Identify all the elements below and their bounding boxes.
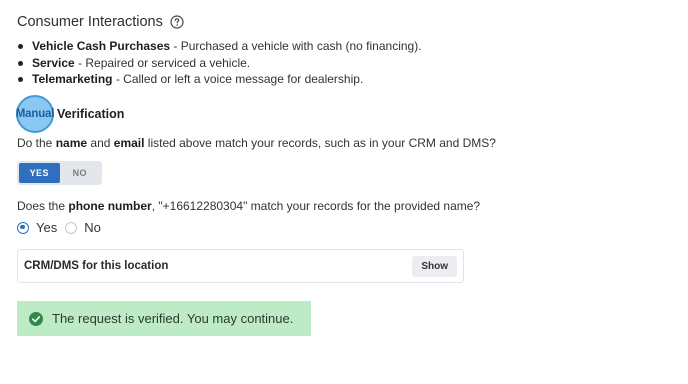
question-keyword-phone: phone number bbox=[68, 199, 152, 213]
question-text: , "+16612280304" match your records for … bbox=[151, 199, 481, 213]
radio-option-no[interactable]: No bbox=[65, 220, 101, 235]
toggle-yes-button[interactable]: YES bbox=[19, 163, 60, 183]
name-email-question: Do the name and email listed above match… bbox=[17, 136, 496, 150]
interaction-description: - Purchased a vehicle with cash (no fina… bbox=[170, 39, 422, 53]
radio-yes-button[interactable] bbox=[17, 221, 29, 234]
interaction-description: - Called or left a voice message for dea… bbox=[112, 72, 364, 86]
interaction-label: Telemarketing bbox=[32, 72, 113, 86]
yes-no-toggle: YES NO bbox=[17, 161, 102, 185]
question-text: and bbox=[87, 136, 114, 150]
list-item: Vehicle Cash Purchases - Purchased a veh… bbox=[17, 38, 422, 55]
manual-verification-label: Verification bbox=[57, 107, 125, 121]
interactions-list: Vehicle Cash Purchases - Purchased a veh… bbox=[17, 38, 422, 88]
interaction-description: - Repaired or serviced a vehicle. bbox=[74, 55, 251, 70]
question-keyword-email: email bbox=[113, 136, 145, 150]
radio-option-yes[interactable]: Yes bbox=[17, 220, 57, 235]
interaction-label: Vehicle Cash Purchases bbox=[32, 39, 171, 53]
check-circle-icon bbox=[29, 311, 43, 326]
question-text: listed above match your records, such as… bbox=[144, 136, 496, 150]
phone-question: Does the phone number, "+16612280304" ma… bbox=[17, 199, 480, 213]
radio-yes-label: Yes bbox=[36, 220, 58, 235]
manual-verification-heading: Manual Verification bbox=[16, 95, 124, 133]
question-text: Does the bbox=[17, 199, 69, 213]
crm-dms-title: CRM/DMS for this location bbox=[24, 260, 169, 272]
verified-status-message: The request is verified. You may continu… bbox=[52, 311, 294, 326]
radio-no-button[interactable] bbox=[65, 221, 78, 234]
radio-no-label: No bbox=[84, 220, 101, 235]
section-header: Consumer Interactions bbox=[17, 14, 184, 30]
interaction-label: Service bbox=[32, 55, 75, 70]
question-keyword-name: name bbox=[55, 136, 88, 150]
question-text: Do the bbox=[17, 136, 56, 150]
question-circle-icon[interactable] bbox=[170, 15, 184, 29]
manual-highlight-marker[interactable]: Manual bbox=[16, 95, 54, 133]
phone-match-radio-group: Yes No bbox=[17, 220, 109, 235]
crm-dms-panel: CRM/DMS for this location Show bbox=[17, 249, 464, 283]
list-item: Telemarketing - Called or left a voice m… bbox=[17, 71, 422, 88]
toggle-no-button[interactable]: NO bbox=[60, 163, 101, 183]
section-title: Consumer Interactions bbox=[17, 14, 163, 30]
show-button[interactable]: Show bbox=[412, 255, 457, 277]
verified-status-banner: The request is verified. You may continu… bbox=[17, 301, 311, 336]
list-item: Service - Repaired or serviced a vehicle… bbox=[17, 55, 422, 72]
